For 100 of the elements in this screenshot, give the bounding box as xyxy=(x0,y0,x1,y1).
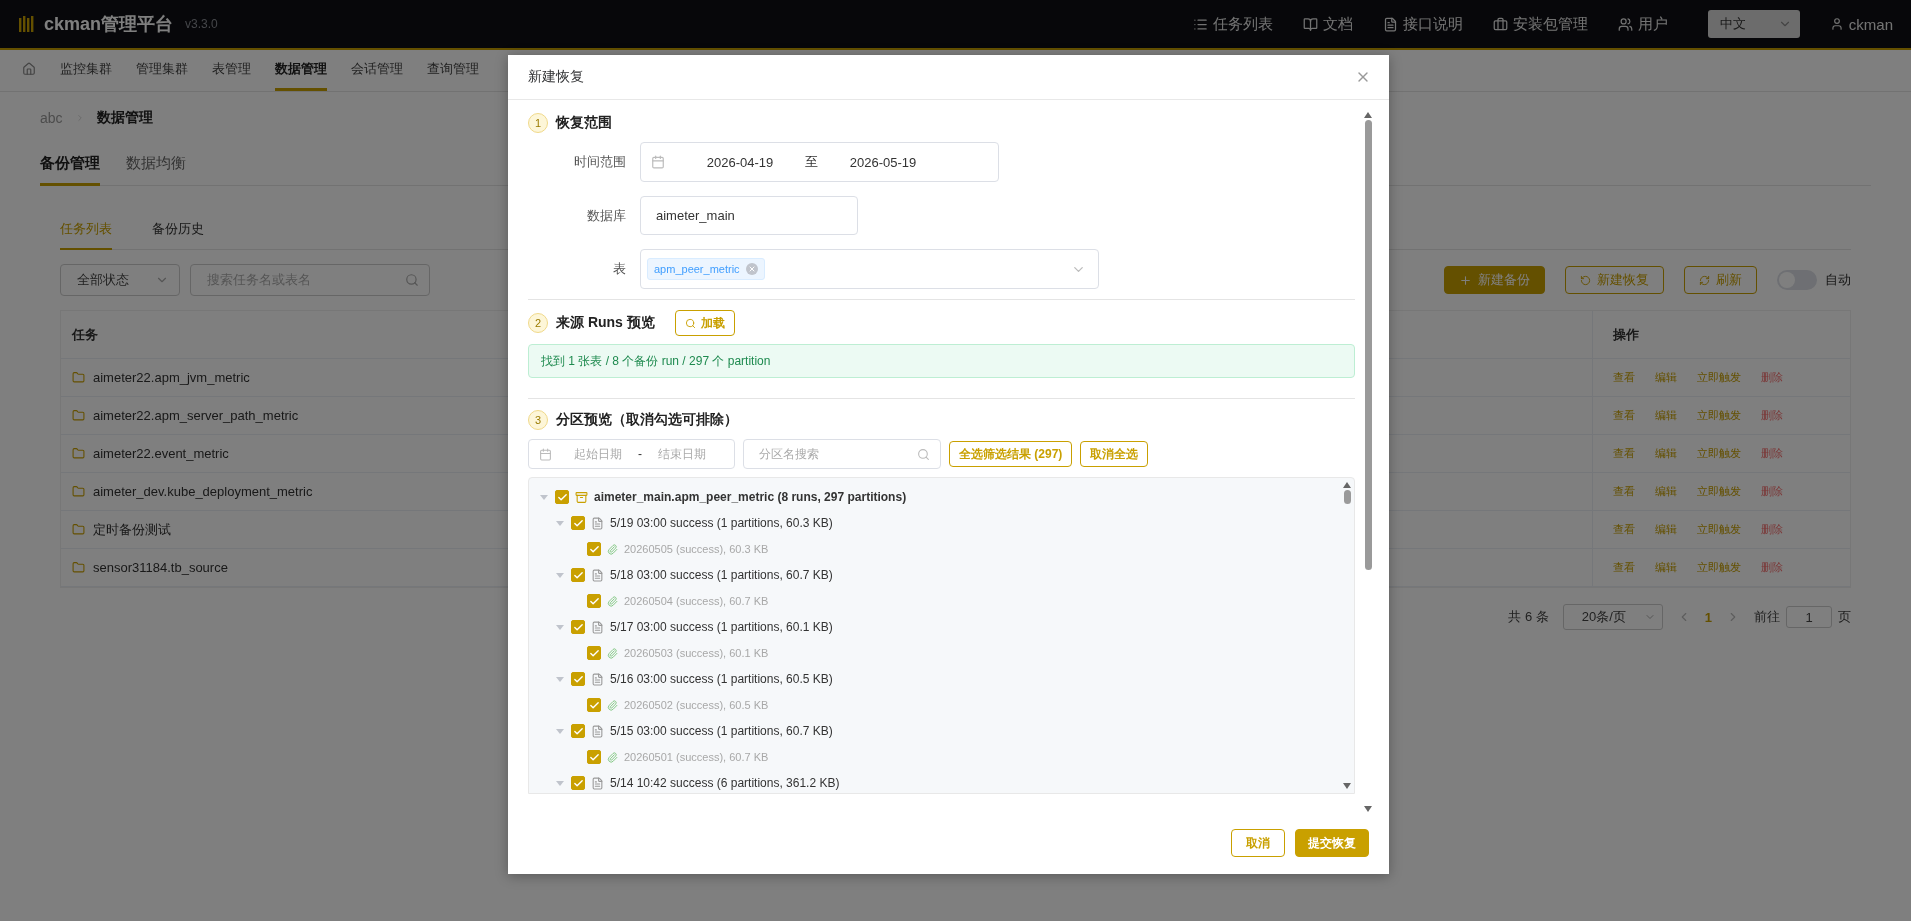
action-link[interactable]: 删除 xyxy=(1761,446,1783,461)
page-size-select[interactable]: 20条/页 xyxy=(1562,604,1663,630)
action-link[interactable]: 查看 xyxy=(1613,560,1635,575)
tree-label: 20260505 (success), 60.3 KB xyxy=(624,543,769,555)
language-select[interactable]: 中文 xyxy=(1707,10,1800,38)
action-link[interactable]: 查看 xyxy=(1613,370,1635,385)
breadcrumb-item[interactable]: 数据管理 xyxy=(96,109,153,127)
tree-scrollbar-thumb[interactable] xyxy=(1343,490,1351,504)
action-link[interactable]: 编辑 xyxy=(1655,484,1677,499)
caret-icon[interactable] xyxy=(555,518,565,528)
page-input[interactable]: 1 xyxy=(1786,606,1832,628)
scroll-down-icon[interactable] xyxy=(1364,806,1372,812)
top-nav-link[interactable]: 安装包管理 xyxy=(1492,14,1588,34)
tab[interactable]: 数据均衡 xyxy=(126,146,186,186)
task-name[interactable]: aimeter22.apm_server_path_metric xyxy=(93,408,299,423)
status-select[interactable]: 全部状态 xyxy=(60,264,180,296)
sub-tab[interactable]: 任务列表 xyxy=(60,216,112,250)
action-link[interactable]: 删除 xyxy=(1761,408,1783,423)
field-label: 表 xyxy=(612,260,627,278)
table-select[interactable]: apm_peer_metric xyxy=(640,249,1099,289)
action-link[interactable]: 查看 xyxy=(1613,484,1635,499)
caret-icon[interactable] xyxy=(555,726,565,736)
action-link[interactable]: 立即触发 xyxy=(1697,560,1741,575)
action-link[interactable]: 编辑 xyxy=(1655,370,1677,385)
partition-search-field[interactable]: 分区名搜索 xyxy=(743,439,941,469)
task-name[interactable]: aimeter22.event_metric xyxy=(93,446,229,461)
top-nav-link[interactable]: 用户 xyxy=(1617,14,1668,34)
date-range-field[interactable]: 起始日期 - 结束日期 xyxy=(528,439,735,469)
top-nav-link[interactable]: 接口说明 xyxy=(1382,14,1463,34)
checkbox[interactable] xyxy=(571,724,585,738)
action-link[interactable]: 删除 xyxy=(1761,484,1783,499)
select-all-button[interactable]: 全选筛选结果 (297) xyxy=(949,441,1073,467)
caret-icon[interactable] xyxy=(555,570,565,580)
scroll-up-icon[interactable] xyxy=(1364,112,1372,118)
checkbox[interactable] xyxy=(587,646,601,660)
action-link[interactable]: 编辑 xyxy=(1655,522,1677,537)
action-link[interactable]: 编辑 xyxy=(1655,446,1677,461)
caret-icon[interactable] xyxy=(555,622,565,632)
action-link[interactable]: 编辑 xyxy=(1655,408,1677,423)
scroll-up-icon[interactable] xyxy=(1343,482,1351,488)
checkbox[interactable] xyxy=(587,594,601,608)
action-link[interactable]: 删除 xyxy=(1761,560,1783,575)
nav-tab[interactable]: 监控集群 xyxy=(60,50,112,91)
action-link[interactable]: 查看 xyxy=(1613,522,1635,537)
scrollbar-thumb[interactable] xyxy=(1364,120,1372,570)
nav-tab[interactable]: 管理集群 xyxy=(136,50,188,91)
action-link[interactable]: 立即触发 xyxy=(1697,484,1741,499)
task-name[interactable]: sensor31184.tb_source xyxy=(93,560,228,575)
database-field[interactable]: aimeter_main xyxy=(640,196,858,235)
user-menu[interactable]: ckman xyxy=(1829,15,1893,33)
clear-all-button[interactable]: 取消全选 xyxy=(1080,441,1149,467)
checkbox[interactable] xyxy=(587,698,601,712)
checkbox[interactable] xyxy=(571,516,585,530)
cancel-button[interactable]: 取消 xyxy=(1231,829,1285,857)
action-link[interactable]: 查看 xyxy=(1613,408,1635,423)
nav-tab[interactable]: 表管理 xyxy=(212,50,251,91)
top-nav-link[interactable]: 任务列表 xyxy=(1192,14,1273,34)
submit-button[interactable]: 提交恢复 xyxy=(1295,829,1369,857)
refresh-button[interactable]: 刷新 xyxy=(1684,266,1757,294)
remove-icon[interactable] xyxy=(745,263,758,275)
action-link[interactable]: 立即触发 xyxy=(1697,370,1741,385)
date-range-field[interactable]: 2026-04-19 至 2026-05-19 xyxy=(640,142,999,182)
action-link[interactable]: 立即触发 xyxy=(1697,522,1741,537)
new-restore-button[interactable]: 新建恢复 xyxy=(1565,266,1664,294)
step-number: 1 xyxy=(528,113,548,133)
checkbox[interactable] xyxy=(571,568,585,582)
success-alert: 找到 1 张表 / 8 个备份 run / 297 个 partition xyxy=(528,344,1355,378)
nav-tab[interactable]: 数据管理 xyxy=(275,50,327,91)
nav-tab[interactable]: 会话管理 xyxy=(351,50,403,91)
top-nav-link[interactable]: 文档 xyxy=(1302,14,1353,34)
scroll-down-icon[interactable] xyxy=(1343,783,1351,789)
nav-tab[interactable]: 查询管理 xyxy=(427,50,479,91)
checkbox[interactable] xyxy=(571,776,585,790)
load-button[interactable]: 加载 xyxy=(674,310,735,336)
checkbox[interactable] xyxy=(571,620,585,634)
caret-icon[interactable] xyxy=(555,674,565,684)
action-link[interactable]: 删除 xyxy=(1761,522,1783,537)
page-number[interactable]: 1 xyxy=(1704,609,1712,625)
action-link[interactable]: 删除 xyxy=(1761,370,1783,385)
checkbox[interactable] xyxy=(571,672,585,686)
task-name[interactable]: aimeter_dev.kube_deployment_metric xyxy=(93,484,313,499)
tree-label: aimeter_main.apm_peer_metric (8 runs, 297 partitions) xyxy=(594,490,907,504)
checkbox[interactable] xyxy=(555,490,569,504)
action-link[interactable]: 立即触发 xyxy=(1697,446,1741,461)
action-link[interactable]: 编辑 xyxy=(1655,560,1677,575)
task-name[interactable]: aimeter22.apm_jvm_metric xyxy=(93,370,250,385)
user-icon xyxy=(1829,17,1844,31)
tree-label: 5/17 03:00 success (1 partitions, 60.1 KB) xyxy=(610,620,833,634)
sub-tab[interactable]: 备份历史 xyxy=(152,216,204,250)
checkbox[interactable] xyxy=(587,750,601,764)
action-link[interactable]: 查看 xyxy=(1613,446,1635,461)
new-backup-button[interactable]: 新建备份 xyxy=(1444,266,1545,294)
task-name[interactable]: 定时备份测试 xyxy=(93,520,171,539)
step-number: 3 xyxy=(528,410,548,430)
table-tag[interactable]: apm_peer_metric xyxy=(647,258,765,280)
action-link[interactable]: 立即触发 xyxy=(1697,408,1741,423)
checkbox[interactable] xyxy=(587,542,601,556)
caret-icon[interactable] xyxy=(539,492,549,502)
caret-icon[interactable] xyxy=(555,778,565,788)
tab[interactable]: 备份管理 xyxy=(40,146,100,186)
